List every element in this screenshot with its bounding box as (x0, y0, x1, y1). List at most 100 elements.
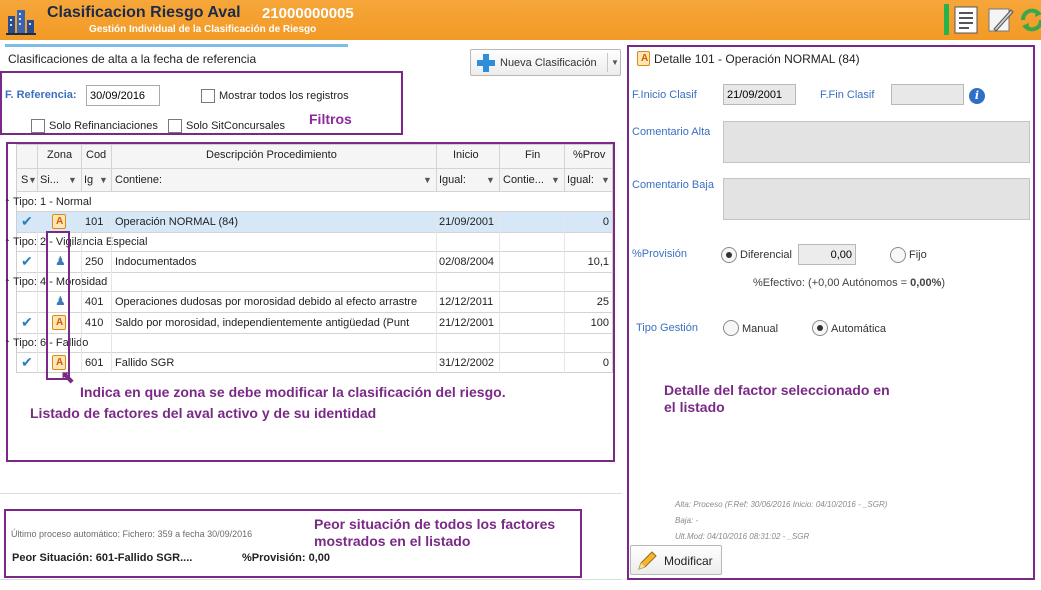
check-icon: ✔ (21, 314, 33, 330)
peor-situacion: Peor Situación: 601-Fallido SGR.... (12, 552, 193, 564)
filter-icon[interactable]: ▼ (551, 175, 560, 185)
fijo-radio[interactable] (890, 247, 906, 263)
comentario-baja-label: Comentario Baja (632, 179, 714, 191)
info-icon[interactable]: i (969, 88, 985, 104)
document-list-icon[interactable] (951, 5, 981, 35)
comentario-alta-label: Comentario Alta (632, 126, 711, 138)
finicio-field[interactable] (723, 84, 796, 105)
filters-annotation: Filtros (309, 111, 352, 127)
col-prov[interactable]: %Prov (573, 149, 605, 161)
cell-cod: 401 (85, 296, 104, 308)
detalle-annotation: Detalle del factor seleccionado en el li… (664, 382, 890, 415)
cell-inicio: 21/12/2001 (439, 317, 495, 329)
table-row[interactable]: ✔ A 601 Fallido SGR 31/12/2002 0 (17, 353, 612, 373)
modificar-button[interactable]: Modificar (630, 545, 722, 575)
cell-cod: 101 (85, 216, 104, 228)
fref-label: F. Referencia: (5, 89, 77, 101)
cell-prov: 0 (602, 216, 609, 228)
manual-radio[interactable] (723, 320, 739, 336)
tab-indicator (5, 44, 348, 47)
group-header[interactable]: ⌃ Tipo: 1 - Normal (4, 196, 91, 208)
provision-field[interactable] (798, 244, 856, 265)
col-zona[interactable]: Zona (47, 149, 72, 161)
filter-icon[interactable]: ▼ (423, 175, 432, 185)
app-title: Clasificacion Riesgo Aval (47, 4, 241, 21)
automatica-label: Automática (831, 323, 887, 335)
ffin-label: F.Fin Clasif (820, 89, 875, 101)
cell-inicio: 31/12/2002 (439, 357, 495, 369)
detail-title: Detalle 101 - Operación NORMAL (84) (654, 52, 860, 66)
col-inicio[interactable]: Inicio (453, 149, 479, 161)
building-chart-icon (6, 10, 36, 35)
table-row[interactable]: ♟ 401 Operaciones dudosas por morosidad … (17, 292, 612, 312)
chevron-down-icon[interactable]: ▼ (611, 58, 619, 67)
cell-inicio: 21/09/2001 (439, 216, 495, 228)
filter-icon[interactable]: ▼ (28, 175, 37, 185)
cell-desc: Operación NORMAL (84) (115, 216, 239, 228)
header-accent-bar (944, 4, 949, 35)
tipo-gestion-label: Tipo Gestión (636, 322, 698, 334)
comentario-alta-field[interactable] (723, 121, 1030, 163)
aval-code: 21000000005 (262, 5, 354, 22)
peor-provision: %Provisión: 0,00 (242, 552, 331, 564)
cell-desc: Operaciones dudosas por morosidad debido… (115, 296, 418, 308)
ultimo-proceso-text: Último proceso automático: Fichero: 359 … (11, 529, 253, 539)
modificar-label: Modificar (664, 554, 713, 568)
audit-baja: Baja: - (675, 516, 699, 525)
new-classification-label: Nueva Clasificación (500, 57, 597, 69)
refinanciaciones-label: Solo Refinanciaciones (49, 120, 158, 132)
check-icon: ✔ (21, 253, 33, 269)
automatica-radio[interactable] (812, 320, 828, 336)
refresh-icon[interactable] (1017, 5, 1041, 35)
col-fin[interactable]: Fin (525, 149, 540, 161)
notepad-edit-icon[interactable] (985, 5, 1015, 35)
diferencial-label: Diferencial (740, 249, 792, 261)
zona-annotation: Indica en que zona se debe modificar la … (80, 384, 506, 400)
cell-inicio: 02/08/2004 (439, 256, 495, 268)
cell-prov: 10,1 (587, 256, 609, 268)
refinanciaciones-checkbox[interactable] (31, 119, 45, 133)
section-title: Clasificaciones de alta a la fecha de re… (8, 52, 257, 66)
new-classification-button[interactable]: Nueva Clasificación ▼ (470, 49, 621, 76)
filter-icon[interactable]: ▼ (486, 175, 495, 185)
zona-annotation-box (46, 231, 70, 380)
show-all-checkbox[interactable] (201, 89, 215, 103)
filter-icon[interactable]: ▼ (99, 175, 108, 185)
fref-input[interactable] (86, 85, 160, 106)
finicio-label: F.Inicio Clasif (632, 89, 697, 101)
filter-igual-inicio[interactable]: Igual: (439, 174, 466, 186)
warning-zone-icon: A (637, 51, 650, 66)
col-descripcion[interactable]: Descripción Procedimiento (206, 149, 337, 161)
table-row[interactable]: ✔ ♟ 250 Indocumentados 02/08/2004 10,1 (17, 252, 612, 272)
warning-zone-icon: A (52, 214, 66, 229)
audit-ultmod: Ult.Mod: 04/10/2016 08:31:02 - _SGR (675, 532, 810, 541)
audit-alta: Alta: Proceso (F.Ref: 30/06/2016 Inicio:… (675, 500, 888, 509)
factors-grid: Zona Cod Descripción Procedimiento Inici… (4, 144, 613, 373)
table-row[interactable]: ✔ A 410 Saldo por morosidad, independien… (17, 313, 612, 333)
filter-contiene-fin[interactable]: Contie... (503, 174, 544, 186)
cell-prov: 100 (590, 317, 609, 329)
diferencial-radio[interactable] (721, 247, 737, 263)
filter-contiene[interactable]: Contiene: (115, 174, 162, 186)
sitconcursales-checkbox[interactable] (168, 119, 182, 133)
comentario-baja-field[interactable] (723, 178, 1030, 220)
manual-label: Manual (742, 323, 779, 335)
filter-icon[interactable]: ▼ (601, 175, 610, 185)
filter-si[interactable]: Si... (40, 174, 59, 186)
col-cod[interactable]: Cod (86, 149, 106, 161)
listado-annotation: Listado de factores del aval activo y de… (30, 405, 377, 421)
group-header[interactable]: ⌃ Tipo: 2 - Vigilancia Especial (4, 236, 147, 248)
cell-desc: Fallido SGR (115, 357, 175, 369)
efectivo-text: %Efectivo: (+0,00 Autónomos = 0,00%) (753, 277, 946, 289)
table-row[interactable]: ✔ A 101 Operación NORMAL (84) 21/09/2001… (17, 212, 612, 232)
filter-icon[interactable]: ▼ (68, 175, 77, 185)
pencil-icon (638, 551, 657, 570)
cell-inicio: 12/12/2011 (439, 296, 494, 308)
cell-prov: 0 (602, 357, 609, 369)
ffin-field[interactable] (891, 84, 964, 105)
peor-annotation: Peor situación de todos los factores mos… (314, 516, 556, 549)
filter-ig[interactable]: Ig (84, 174, 93, 186)
cell-desc: Saldo por morosidad, independientemente … (115, 317, 410, 329)
filter-igual-prov[interactable]: Igual: (567, 174, 594, 186)
cell-cod: 410 (85, 317, 104, 329)
